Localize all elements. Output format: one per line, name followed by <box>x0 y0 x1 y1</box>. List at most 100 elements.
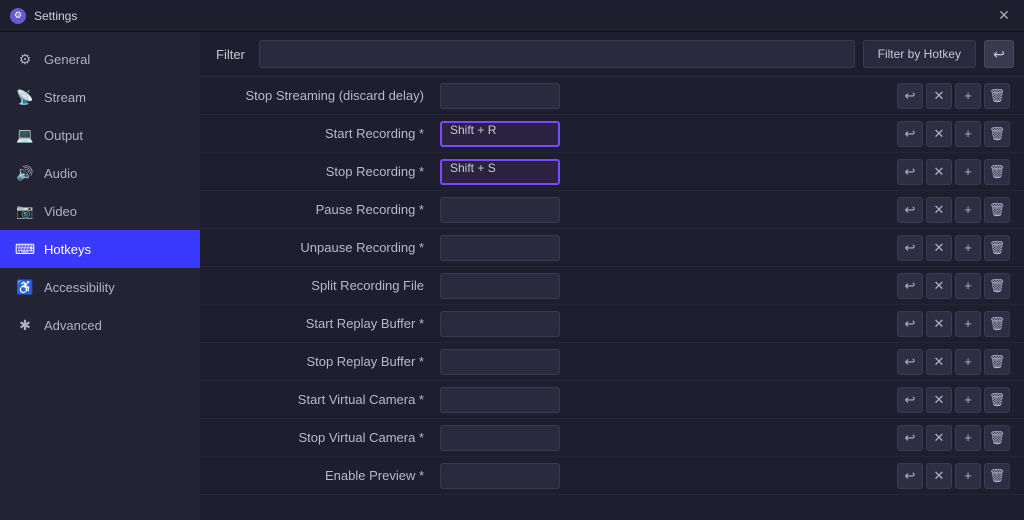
hotkey-row: Start Recording *Shift + R↩✕+🗑 <box>200 115 1024 153</box>
hotkey-label-9: Stop Virtual Camera * <box>200 430 440 445</box>
hotkey-add-button-5[interactable]: + <box>955 273 981 299</box>
hotkey-delete-button-6[interactable]: 🗑 <box>984 311 1010 337</box>
sidebar-label-audio: Audio <box>44 166 77 181</box>
app-icon: ⚙ <box>10 8 26 24</box>
hotkey-binding-input-5[interactable] <box>440 273 560 299</box>
hotkey-add-button-8[interactable]: + <box>955 387 981 413</box>
hotkey-delete-button-1[interactable]: 🗑 <box>984 121 1010 147</box>
hotkey-add-button-7[interactable]: + <box>955 349 981 375</box>
back-button[interactable]: ↩ <box>984 40 1014 68</box>
filter-by-hotkey-button[interactable]: Filter by Hotkey <box>863 40 976 68</box>
sidebar: ⚙General📡Stream💻Output 🔊 Audio 📷Video⌨Hotke… <box>0 32 200 520</box>
hotkey-add-button-9[interactable]: + <box>955 425 981 451</box>
hotkey-actions-0: ↩✕+🗑 <box>897 83 1014 109</box>
hotkey-delete-button-8[interactable]: 🗑 <box>984 387 1010 413</box>
sidebar-item-general[interactable]: ⚙General <box>0 40 200 78</box>
hotkey-undo-button-3[interactable]: ↩ <box>897 197 923 223</box>
hotkey-clear-button-2[interactable]: ✕ <box>926 159 952 185</box>
hotkey-add-button-2[interactable]: + <box>955 159 981 185</box>
hotkey-actions-2: ↩✕+🗑 <box>897 159 1014 185</box>
hotkey-binding-input-9[interactable] <box>440 425 560 451</box>
hotkey-binding-input-4[interactable] <box>440 235 560 261</box>
hotkey-bindings-3 <box>440 197 897 223</box>
hotkey-row: Stop Streaming (discard delay)↩✕+🗑 <box>200 77 1024 115</box>
sidebar-item-video[interactable]: 📷Video <box>0 192 200 230</box>
hotkey-undo-button-5[interactable]: ↩ <box>897 273 923 299</box>
hotkey-delete-button-0[interactable]: 🗑 <box>984 83 1010 109</box>
hotkey-label-2: Stop Recording * <box>200 164 440 179</box>
hotkey-undo-button-0[interactable]: ↩ <box>897 83 923 109</box>
hotkey-clear-button-6[interactable]: ✕ <box>926 311 952 337</box>
hotkey-delete-button-2[interactable]: 🗑 <box>984 159 1010 185</box>
filter-bar: Filter Filter by Hotkey ↩ <box>200 32 1024 77</box>
hotkey-actions-6: ↩✕+🗑 <box>897 311 1014 337</box>
hotkey-undo-button-4[interactable]: ↩ <box>897 235 923 261</box>
hotkey-row: Start Virtual Camera * ↩✕+🗑 <box>200 381 1024 419</box>
hotkey-binding-input-8[interactable] <box>440 387 560 413</box>
content-area: Filter Filter by Hotkey ↩ Stop Streaming… <box>200 32 1024 520</box>
hotkey-undo-button-1[interactable]: ↩ <box>897 121 923 147</box>
hotkey-clear-button-0[interactable]: ✕ <box>926 83 952 109</box>
hotkey-actions-1: ↩✕+🗑 <box>897 121 1014 147</box>
hotkey-undo-button-10[interactable]: ↩ <box>897 463 923 489</box>
hotkey-bindings-0 <box>440 83 897 109</box>
hotkey-binding-input-10[interactable] <box>440 463 560 489</box>
hotkey-bindings-7 <box>440 349 897 375</box>
hotkey-bindings-1: Shift + R <box>440 121 897 147</box>
hotkey-delete-button-5[interactable]: 🗑 <box>984 273 1010 299</box>
hotkey-actions-4: ↩✕+🗑 <box>897 235 1014 261</box>
filter-input[interactable] <box>259 40 855 68</box>
hotkey-bindings-6 <box>440 311 897 337</box>
hotkey-binding-input-0[interactable] <box>440 83 560 109</box>
audio-icon: 🔊 <box>16 164 34 182</box>
sidebar-item-accessibility[interactable]: ♿ Accessibility <box>0 268 200 306</box>
hotkey-undo-button-2[interactable]: ↩ <box>897 159 923 185</box>
hotkey-clear-button-9[interactable]: ✕ <box>926 425 952 451</box>
accessibility-icon: ♿ <box>16 278 34 296</box>
hotkey-clear-button-3[interactable]: ✕ <box>926 197 952 223</box>
hotkey-actions-3: ↩✕+🗑 <box>897 197 1014 223</box>
sidebar-item-advanced[interactable]: ✱Advanced <box>0 306 200 344</box>
hotkey-clear-button-4[interactable]: ✕ <box>926 235 952 261</box>
hotkey-add-button-10[interactable]: + <box>955 463 981 489</box>
sidebar-item-stream[interactable]: 📡Stream <box>0 78 200 116</box>
hotkey-undo-button-6[interactable]: ↩ <box>897 311 923 337</box>
sidebar-label-accessibility: Accessibility <box>44 280 115 295</box>
hotkey-delete-button-10[interactable]: 🗑 <box>984 463 1010 489</box>
hotkey-binding-input-1[interactable]: Shift + R <box>440 121 560 147</box>
hotkey-delete-button-4[interactable]: 🗑 <box>984 235 1010 261</box>
hotkey-clear-button-5[interactable]: ✕ <box>926 273 952 299</box>
close-button[interactable]: ✕ <box>994 6 1014 26</box>
hotkey-undo-button-9[interactable]: ↩ <box>897 425 923 451</box>
hotkey-label-7: Stop Replay Buffer * <box>200 354 440 369</box>
hotkey-add-button-0[interactable]: + <box>955 83 981 109</box>
hotkey-undo-button-7[interactable]: ↩ <box>897 349 923 375</box>
hotkey-clear-button-8[interactable]: ✕ <box>926 387 952 413</box>
hotkey-add-button-4[interactable]: + <box>955 235 981 261</box>
sidebar-item-hotkeys[interactable]: ⌨Hotkeys <box>0 230 200 268</box>
hotkey-binding-input-2[interactable]: Shift + S <box>440 159 560 185</box>
hotkey-label-8: Start Virtual Camera * <box>200 392 440 407</box>
hotkey-add-button-3[interactable]: + <box>955 197 981 223</box>
hotkey-row: Unpause Recording *↩✕+🗑 <box>200 229 1024 267</box>
hotkey-delete-button-7[interactable]: 🗑 <box>984 349 1010 375</box>
hotkey-undo-button-8[interactable]: ↩ <box>897 387 923 413</box>
hotkey-delete-button-9[interactable]: 🗑 <box>984 425 1010 451</box>
hotkey-bindings-4 <box>440 235 897 261</box>
hotkey-clear-button-1[interactable]: ✕ <box>926 121 952 147</box>
hotkey-binding-input-6[interactable] <box>440 311 560 337</box>
hotkey-clear-button-10[interactable]: ✕ <box>926 463 952 489</box>
hotkey-add-button-1[interactable]: + <box>955 121 981 147</box>
hotkey-binding-input-7[interactable] <box>440 349 560 375</box>
advanced-icon: ✱ <box>16 316 34 334</box>
hotkey-bindings-2: Shift + S <box>440 159 897 185</box>
sidebar-item-audio[interactable]: 🔊 Audio <box>0 154 200 192</box>
hotkey-label-6: Start Replay Buffer * <box>200 316 440 331</box>
hotkey-delete-button-3[interactable]: 🗑 <box>984 197 1010 223</box>
hotkey-clear-button-7[interactable]: ✕ <box>926 349 952 375</box>
sidebar-label-output: Output <box>44 128 83 143</box>
hotkey-binding-input-3[interactable] <box>440 197 560 223</box>
hotkey-add-button-6[interactable]: + <box>955 311 981 337</box>
sidebar-item-output[interactable]: 💻Output <box>0 116 200 154</box>
hotkey-actions-7: ↩✕+🗑 <box>897 349 1014 375</box>
